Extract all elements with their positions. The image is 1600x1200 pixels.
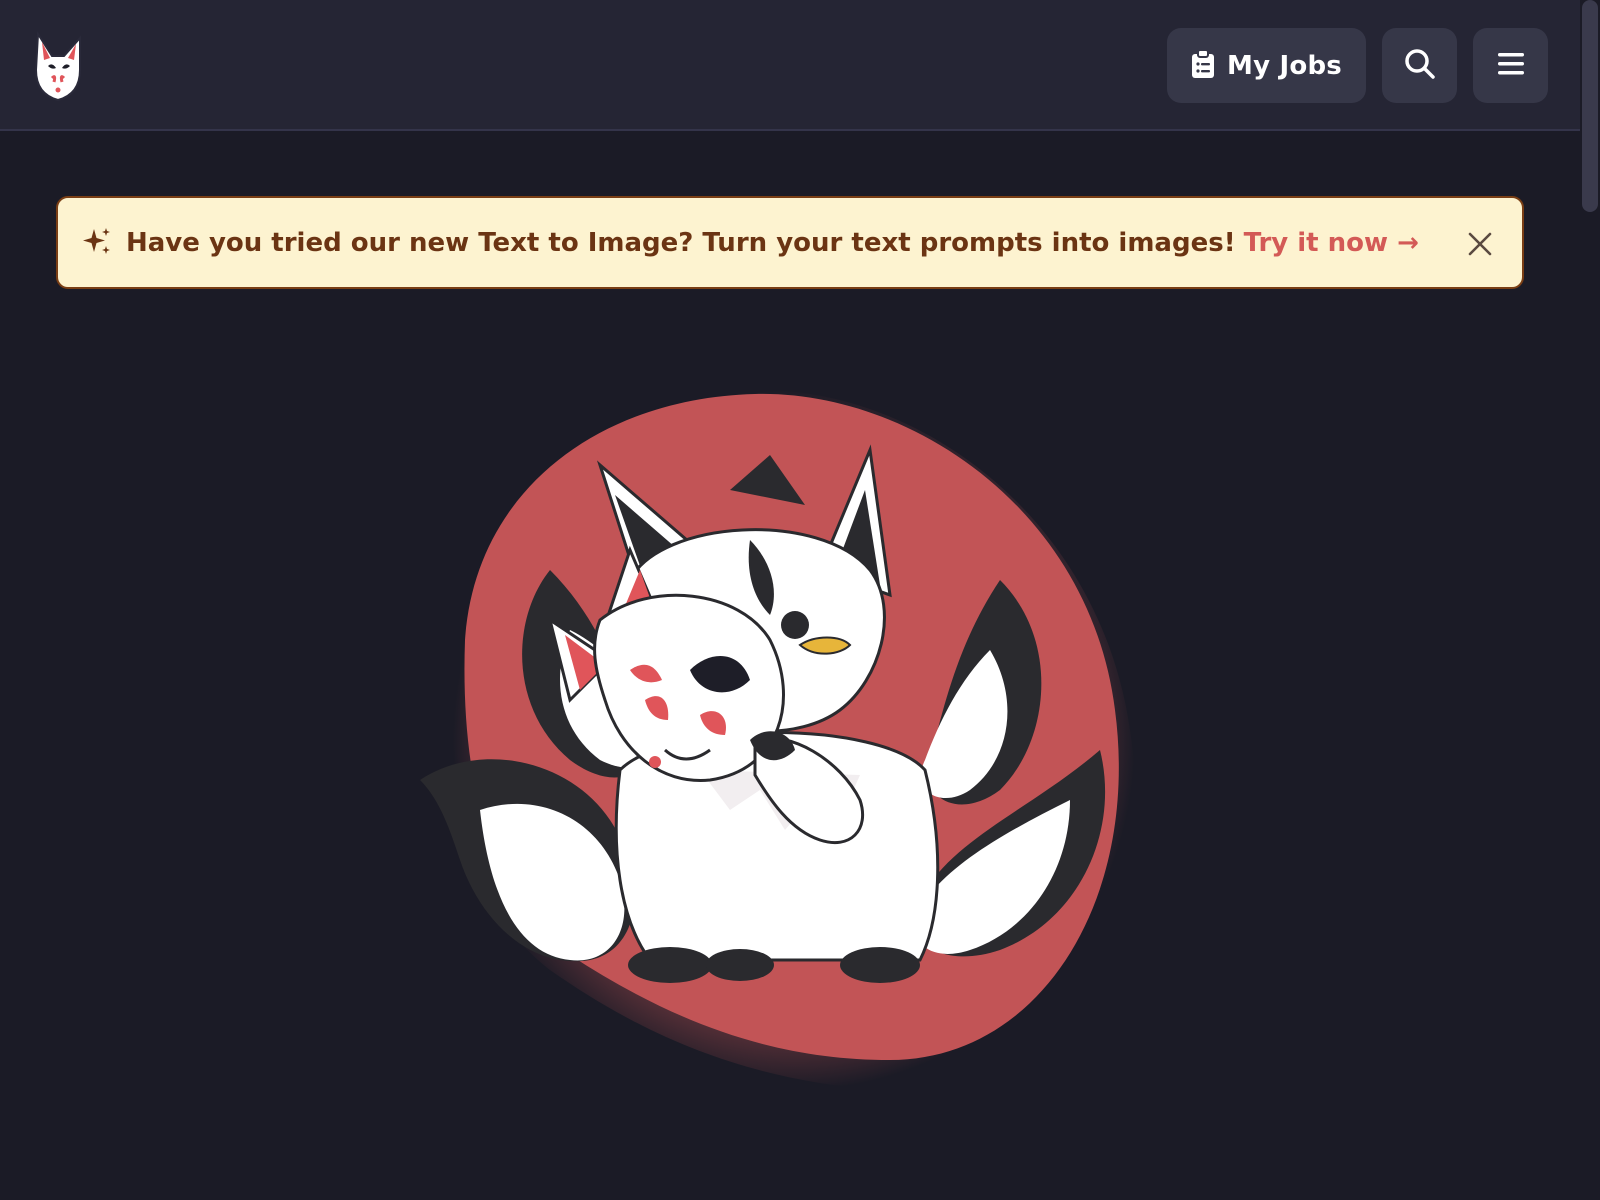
hero-illustration [400, 380, 1180, 1120]
hamburger-menu-icon [1497, 52, 1525, 80]
close-banner-button[interactable] [1464, 228, 1496, 260]
my-jobs-label: My Jobs [1227, 50, 1342, 81]
clipboard-list-icon [1191, 48, 1215, 83]
search-icon [1404, 48, 1436, 84]
menu-button[interactable] [1473, 28, 1548, 103]
search-button[interactable] [1382, 28, 1457, 103]
try-it-now-link[interactable]: Try it now → [1244, 228, 1419, 258]
fox-mask-logo-icon[interactable] [30, 28, 86, 104]
my-jobs-button[interactable]: My Jobs [1167, 28, 1366, 103]
banner-message: Have you tried our new Text to Image? Tu… [126, 227, 1236, 258]
announcement-banner: Have you tried our new Text to Image? Tu… [56, 196, 1524, 289]
close-icon [1464, 232, 1496, 264]
scrollbar[interactable] [1580, 0, 1600, 1200]
top-navbar: My Jobs [0, 0, 1580, 131]
sparkles-icon [82, 226, 112, 260]
scrollbar-thumb[interactable] [1582, 0, 1598, 212]
